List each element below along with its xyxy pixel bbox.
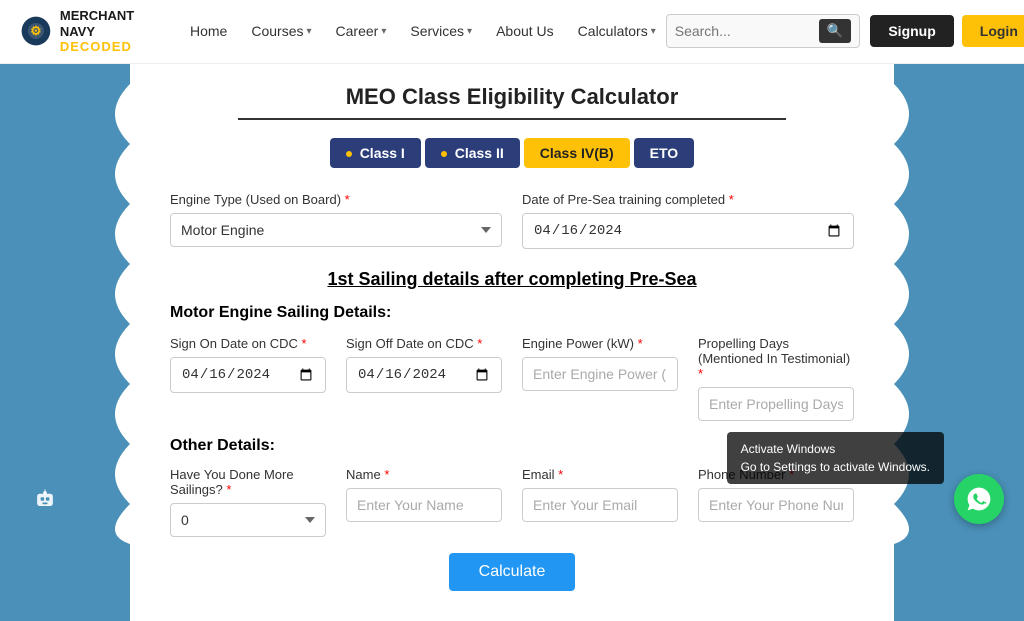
nav-career[interactable]: Career▾ (326, 17, 397, 45)
tab-class-4b[interactable]: Class IV(B) (524, 138, 630, 168)
engine-type-required: * (345, 192, 350, 207)
whatsapp-button[interactable] (954, 474, 1004, 524)
tab-class-2[interactable]: Class II (425, 138, 520, 168)
engine-power-required: * (638, 336, 643, 351)
search-input[interactable] (675, 23, 815, 39)
nav-home[interactable]: Home (180, 17, 237, 45)
date-pre-sea-required: * (729, 192, 734, 207)
windows-line2: Go to Settings to activate Windows. (741, 458, 930, 476)
signup-button[interactable]: Signup (870, 15, 953, 47)
windows-activation-overlay: Activate Windows Go to Settings to activ… (727, 432, 944, 484)
logo-icon: ⚙ (20, 11, 52, 51)
nav-courses[interactable]: Courses▾ (241, 17, 321, 45)
nav-about[interactable]: About Us (486, 17, 564, 45)
logo-line2: DECODED (60, 39, 150, 55)
section1-title: 1st Sailing details after completing Pre… (170, 269, 854, 290)
wave-left-decoration (0, 84, 130, 544)
search-button[interactable]: 🔍 (819, 19, 852, 43)
svg-text:⚙: ⚙ (30, 23, 41, 38)
sailings-group: Have You Done More Sailings? * 0 1 2 3 (170, 467, 326, 537)
sign-on-label: Sign On Date on CDC * (170, 336, 326, 351)
name-label: Name * (346, 467, 502, 482)
bot-icon (31, 485, 59, 513)
engine-power-label: Engine Power (kW) * (522, 336, 678, 351)
propelling-days-label: Propelling Days (Mentioned In Testimonia… (698, 336, 854, 381)
sign-off-label: Sign Off Date on CDC * (346, 336, 502, 351)
nav-calculators[interactable]: Calculators▾ (568, 17, 666, 45)
tab-class-1[interactable]: Class I (330, 138, 421, 168)
subsection-title: Motor Engine Sailing Details: (170, 304, 854, 322)
header: ⚙ MERCHANT NAVY DECODED Home Courses▾ Ca… (0, 0, 1024, 64)
whatsapp-icon (965, 485, 993, 513)
propelling-days-required: * (698, 366, 703, 381)
main-nav: Home Courses▾ Career▾ Services▾ About Us… (180, 17, 666, 45)
logo: ⚙ MERCHANT NAVY DECODED (20, 8, 150, 55)
title-divider (238, 118, 785, 120)
calculate-button[interactable]: Calculate (449, 553, 576, 591)
search-area: 🔍 (666, 14, 861, 48)
services-caret-icon: ▾ (467, 26, 472, 37)
class1-dot (346, 151, 352, 157)
engine-type-label: Engine Type (Used on Board) * (170, 192, 502, 207)
sign-on-input[interactable] (170, 357, 326, 393)
sign-on-required: * (302, 336, 307, 351)
sailings-select[interactable]: 0 1 2 3 (170, 503, 326, 537)
sailings-required: * (226, 482, 231, 497)
page-title: MEO Class Eligibility Calculator (170, 84, 854, 110)
name-group: Name * (346, 467, 502, 522)
class-tabs: Class I Class II Class IV(B) ETO (170, 138, 854, 168)
name-input[interactable] (346, 488, 502, 522)
courses-caret-icon: ▾ (307, 26, 312, 37)
sign-on-group: Sign On Date on CDC * (170, 336, 326, 393)
engine-power-group: Engine Power (kW) * (522, 336, 678, 391)
email-group: Email * (522, 467, 678, 522)
name-required: * (384, 467, 389, 482)
sign-off-required: * (477, 336, 482, 351)
sign-off-group: Sign Off Date on CDC * (346, 336, 502, 393)
sign-off-input[interactable] (346, 357, 502, 393)
email-label: Email * (522, 467, 678, 482)
career-caret-icon: ▾ (381, 26, 386, 37)
windows-line1: Activate Windows (741, 440, 930, 458)
sailings-label: Have You Done More Sailings? * (170, 467, 326, 497)
sailing-details-row: Sign On Date on CDC * Sign Off Date on C… (170, 336, 854, 421)
engine-type-select[interactable]: Motor Engine Steam Engine (170, 213, 502, 247)
logo-line1: MERCHANT NAVY (60, 8, 150, 39)
login-button[interactable]: Login (962, 15, 1024, 47)
page-wrapper: MEO Class Eligibility Calculator Class I… (0, 64, 1024, 621)
engine-power-input[interactable] (522, 357, 678, 391)
main-content: MEO Class Eligibility Calculator Class I… (130, 64, 894, 621)
bot-button[interactable] (20, 474, 70, 524)
calculators-caret-icon: ▾ (651, 26, 656, 37)
email-input[interactable] (522, 488, 678, 522)
propelling-days-group: Propelling Days (Mentioned In Testimonia… (698, 336, 854, 421)
email-required: * (558, 467, 563, 482)
tab-eto[interactable]: ETO (634, 138, 695, 168)
date-pre-sea-label: Date of Pre-Sea training completed * (522, 192, 854, 207)
engine-date-row: Engine Type (Used on Board) * Motor Engi… (170, 192, 854, 249)
class2-dot (441, 151, 447, 157)
phone-input[interactable] (698, 488, 854, 522)
date-pre-sea-input[interactable] (522, 213, 854, 249)
propelling-days-input[interactable] (698, 387, 854, 421)
engine-type-group: Engine Type (Used on Board) * Motor Engi… (170, 192, 502, 247)
nav-services[interactable]: Services▾ (400, 17, 482, 45)
date-pre-sea-group: Date of Pre-Sea training completed * (522, 192, 854, 249)
